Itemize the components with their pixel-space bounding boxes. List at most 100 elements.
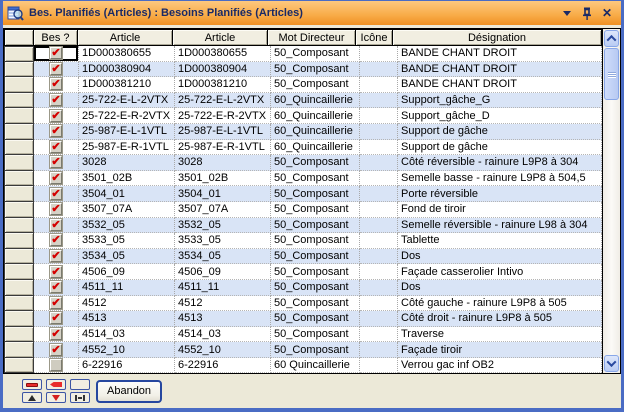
cell-article-2[interactable]: 4511_11 (175, 280, 271, 296)
cell-icone[interactable] (360, 358, 398, 373)
bes-checkbox-cell[interactable]: ✔ (34, 171, 79, 187)
row-selector[interactable] (4, 248, 34, 265)
column-header-mot-directeur[interactable]: Mot Directeur (267, 29, 356, 46)
checkbox-checked-icon[interactable]: ✔ (50, 250, 62, 262)
cell-icone[interactable] (360, 171, 398, 187)
row-selector[interactable] (4, 341, 34, 358)
cell-designation[interactable]: Façade tiroir (398, 342, 602, 358)
cell-mot-directeur[interactable]: 50_Composant (271, 218, 360, 234)
checkbox-checked-icon[interactable]: ✔ (50, 234, 62, 246)
cell-icone[interactable] (360, 155, 398, 171)
cell-icone[interactable] (360, 62, 398, 78)
bes-checkbox-cell[interactable]: ✔ (34, 108, 79, 124)
cell-icone[interactable] (360, 233, 398, 249)
row-selector[interactable] (4, 295, 34, 312)
cell-article[interactable]: 4513 (79, 311, 175, 327)
cell-article-2[interactable]: 25-722-E-L-2VTX (175, 93, 271, 109)
bes-checkbox-cell[interactable]: ✔ (34, 311, 79, 327)
cell-article[interactable]: 3501_02B (79, 171, 175, 187)
cell-mot-directeur[interactable]: 50_Composant (271, 77, 360, 93)
cell-article-2[interactable]: 3504_01 (175, 186, 271, 202)
up-triangle-button[interactable] (22, 392, 42, 403)
row-selector[interactable] (4, 310, 34, 327)
column-header-bes-[interactable]: Bes ? (33, 29, 78, 46)
bes-checkbox-cell[interactable]: ✔ (34, 140, 79, 156)
row-selector[interactable] (4, 139, 34, 156)
red-down-triangle-button[interactable] (46, 392, 66, 403)
cell-article[interactable]: 1D000381210 (79, 77, 175, 93)
cell-article-2[interactable]: 3533_05 (175, 233, 271, 249)
cell-icone[interactable] (360, 77, 398, 93)
cell-article[interactable]: 3028 (79, 155, 175, 171)
scrollbar-thumb[interactable] (604, 48, 619, 100)
cell-article-2[interactable]: 25-987-E-L-1VTL (175, 124, 271, 140)
checkbox-checked-icon[interactable]: ✔ (50, 219, 62, 231)
cell-mot-directeur[interactable]: 50_Composant (271, 233, 360, 249)
row-selector[interactable] (4, 123, 34, 140)
bes-checkbox-cell[interactable]: ✔ (34, 124, 79, 140)
cell-article-2[interactable]: 3028 (175, 155, 271, 171)
cell-article-2[interactable]: 3501_02B (175, 171, 271, 187)
cell-mot-directeur[interactable]: 60 Quincaillerie (271, 358, 360, 373)
cell-mot-directeur[interactable]: 50_Composant (271, 46, 360, 62)
column-header-article[interactable]: Article (172, 29, 268, 46)
cell-mot-directeur[interactable]: 50_Composant (271, 249, 360, 265)
bes-checkbox-cell[interactable]: ✔ (34, 327, 79, 343)
cell-icone[interactable] (360, 140, 398, 156)
row-selector[interactable] (4, 279, 34, 296)
cell-article-2[interactable]: 25-987-E-R-1VTL (175, 140, 271, 156)
bracket-m-button[interactable] (70, 392, 90, 403)
checkbox-checked-icon[interactable]: ✔ (50, 344, 62, 356)
cell-designation[interactable]: Côté réversible - rainure L9P8 à 304 (398, 155, 602, 171)
cell-article[interactable]: 25-722-E-L-2VTX (79, 93, 175, 109)
bes-checkbox-cell[interactable]: ✔ (34, 155, 79, 171)
cell-designation[interactable]: Porte réversible (398, 186, 602, 202)
cell-mot-directeur[interactable]: 60_Quincaillerie (271, 140, 360, 156)
bes-checkbox-cell[interactable]: ✔ (34, 62, 79, 78)
row-selector[interactable] (4, 217, 34, 234)
cell-mot-directeur[interactable]: 50_Composant (271, 62, 360, 78)
checkbox-checked-icon[interactable]: ✔ (50, 63, 62, 75)
title-dropdown-button[interactable] (559, 5, 575, 21)
blank-button[interactable] (70, 379, 90, 390)
row-selector[interactable] (4, 185, 34, 202)
cell-article[interactable]: 4514_03 (79, 327, 175, 343)
cell-mot-directeur[interactable]: 50_Composant (271, 264, 360, 280)
cell-article[interactable]: 6-22916 (79, 358, 175, 373)
checkbox-checked-icon[interactable]: ✔ (50, 188, 62, 200)
cell-article[interactable]: 3507_07A (79, 202, 175, 218)
bes-checkbox-cell[interactable]: ✔ (34, 233, 79, 249)
cell-article-2[interactable]: 6-22916 (175, 358, 271, 373)
cell-designation[interactable]: Semelle réversible - rainure L98 à 304 (398, 218, 602, 234)
cell-article-2[interactable]: 3534_05 (175, 249, 271, 265)
bes-checkbox-cell[interactable]: ✔ (34, 342, 79, 358)
cell-designation[interactable]: Support_gâche_D (398, 108, 602, 124)
cell-article-2[interactable]: 4506_09 (175, 264, 271, 280)
cell-article[interactable]: 3534_05 (79, 249, 175, 265)
vertical-scrollbar[interactable] (602, 29, 620, 373)
cell-article[interactable]: 4506_09 (79, 264, 175, 280)
cell-article-2[interactable]: 25-722-E-R-2VTX (175, 108, 271, 124)
bes-checkbox-cell[interactable]: ✔ (34, 249, 79, 265)
cell-mot-directeur[interactable]: 50_Composant (271, 202, 360, 218)
column-header-rowselector[interactable] (4, 29, 34, 46)
row-selector[interactable] (4, 46, 34, 62)
bes-checkbox-cell[interactable]: ✔ (34, 280, 79, 296)
cell-icone[interactable] (360, 93, 398, 109)
red-bar-button[interactable] (22, 379, 42, 390)
row-selector[interactable] (4, 232, 34, 249)
cell-icone[interactable] (360, 108, 398, 124)
cell-designation[interactable]: Dos (398, 280, 602, 296)
scroll-down-button[interactable] (604, 355, 619, 372)
cell-article[interactable]: 4511_11 (79, 280, 175, 296)
cell-mot-directeur[interactable]: 60_Quincaillerie (271, 93, 360, 109)
checkbox-checked-icon[interactable]: ✔ (50, 110, 62, 122)
cell-designation[interactable]: Dos (398, 249, 602, 265)
cell-icone[interactable] (360, 264, 398, 280)
checkbox-checked-icon[interactable]: ✔ (50, 266, 62, 278)
cell-article[interactable]: 4552_10 (79, 342, 175, 358)
bes-checkbox-cell[interactable]: ✔ (34, 77, 79, 93)
scroll-up-button[interactable] (604, 30, 619, 47)
checkbox-checked-icon[interactable]: ✔ (50, 156, 62, 168)
cell-mot-directeur[interactable]: 50_Composant (271, 296, 360, 312)
